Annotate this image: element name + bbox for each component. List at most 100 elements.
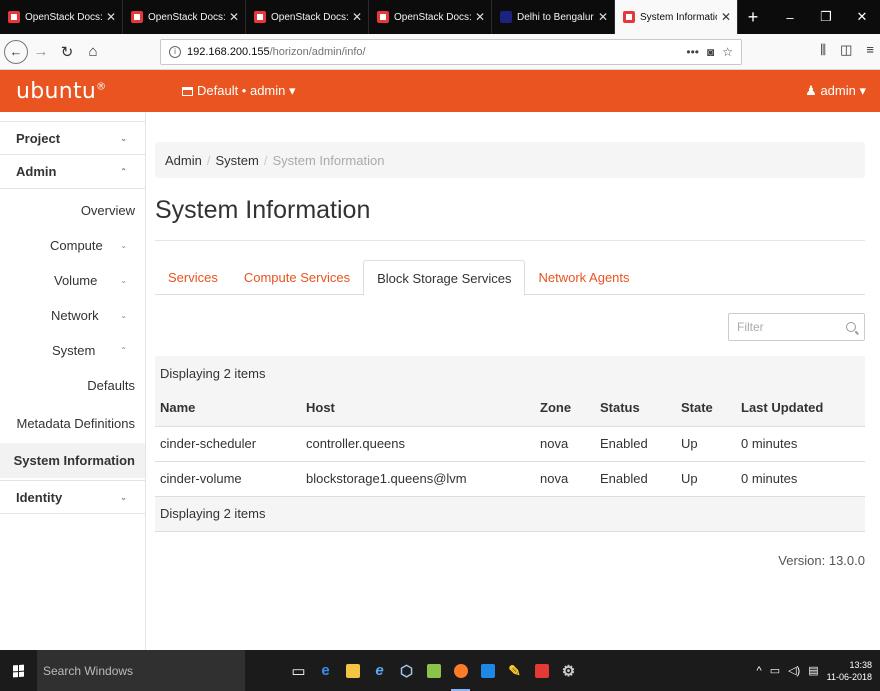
- column-header: Last Updated: [736, 390, 865, 427]
- cell-name: cinder-scheduler: [155, 426, 301, 462]
- edge-icon[interactable]: e: [312, 650, 339, 691]
- chevron-up-icon: ⌃: [120, 345, 127, 355]
- sidebar-item-label: Project: [16, 130, 61, 146]
- sidebar-item-overview[interactable]: Overview: [0, 193, 145, 227]
- close-tab-icon[interactable]: ✕: [598, 10, 608, 24]
- browser-tab[interactable]: OpenStack Docs: Etcd for ✕: [0, 0, 123, 34]
- snipping-tool-icon[interactable]: [528, 650, 555, 691]
- sidebar-item-identity[interactable]: Identity ⌄: [0, 480, 145, 514]
- tab-compute-services[interactable]: Compute Services: [231, 260, 363, 295]
- clock-date: 11-06-2018: [826, 671, 872, 682]
- bookmark-star-icon[interactable]: ☆: [722, 45, 733, 59]
- url-bar[interactable]: i 192.168.200.155/horizon/admin/info/ ••…: [160, 39, 742, 65]
- back-arrow-icon[interactable]: ←: [4, 39, 28, 64]
- virtualbox-icon[interactable]: ⬡: [393, 650, 420, 691]
- tools-icon[interactable]: ⚙: [555, 650, 582, 691]
- tab-network-agents[interactable]: Network Agents: [525, 260, 642, 295]
- breadcrumb-current: System Information: [272, 152, 385, 168]
- sidebar: Project ⌄ Admin ⌃ Overview Compute ⌄ Vol…: [0, 112, 146, 650]
- sidebar-item-admin[interactable]: Admin ⌃: [0, 155, 145, 189]
- chevron-up-icon: ⌃: [120, 167, 127, 176]
- sidebar-item-defaults[interactable]: Defaults: [0, 368, 145, 402]
- restore-icon[interactable]: ❐: [808, 9, 844, 25]
- close-tab-icon[interactable]: ✕: [475, 10, 485, 24]
- pocket-icon[interactable]: ◙: [707, 45, 714, 59]
- reload-icon[interactable]: ↻: [54, 39, 80, 65]
- table-footer-row: Displaying 2 items: [155, 496, 865, 532]
- windows-start-button[interactable]: [0, 650, 37, 691]
- paint-icon[interactable]: ✎: [501, 650, 528, 691]
- table-caption-row: Displaying 2 items: [155, 356, 865, 390]
- taskbar-search-placeholder: Search Windows: [43, 663, 134, 678]
- sidebar-item-volume[interactable]: Volume ⌄: [0, 263, 145, 297]
- user-menu[interactable]: ♟ admin ▾: [805, 83, 866, 99]
- chevron-down-icon: ⌄: [120, 492, 127, 502]
- file-explorer-icon[interactable]: [339, 650, 366, 691]
- browser-tab-active[interactable]: System Information - Op ✕: [615, 0, 738, 34]
- task-view-icon[interactable]: ▭: [285, 650, 312, 691]
- ubuntu-logo[interactable]: ubuntu®: [16, 79, 106, 104]
- close-tab-icon[interactable]: ✕: [352, 10, 362, 24]
- filter-input[interactable]: Filter: [728, 313, 865, 341]
- network-icon[interactable]: ▭: [770, 664, 780, 677]
- tray-chevron-up-icon[interactable]: ^: [757, 665, 762, 677]
- browser-tab[interactable]: OpenStack Docs: Install C ✕: [123, 0, 246, 34]
- cell-name: cinder-volume: [155, 461, 301, 497]
- breadcrumb-system[interactable]: System: [215, 153, 258, 168]
- project-selector-label: Default • admin ▾: [197, 83, 296, 98]
- cell-host: controller.queens: [301, 426, 535, 462]
- column-header: State: [676, 390, 736, 427]
- firefox-icon[interactable]: [447, 650, 474, 691]
- taskbar-clock[interactable]: 13:38 11-06-2018: [827, 659, 872, 683]
- info-icon[interactable]: i: [169, 46, 181, 58]
- forward-arrow-icon[interactable]: →: [28, 39, 54, 65]
- close-window-icon[interactable]: ✕: [844, 9, 880, 25]
- library-icon[interactable]: ⫼: [820, 42, 826, 58]
- close-tab-icon[interactable]: ✕: [229, 10, 239, 24]
- menu-hamburger-icon[interactable]: ≡: [866, 42, 874, 58]
- page-actions-icon[interactable]: •••: [686, 45, 699, 59]
- sidebar-item-network[interactable]: Network ⌄: [0, 298, 145, 332]
- sidebar-toggle-icon[interactable]: ◫: [840, 42, 852, 58]
- browser-tab[interactable]: OpenStack Docs: Install a ✕: [369, 0, 492, 34]
- openstack-icon: [131, 11, 143, 23]
- sidebar-item-project[interactable]: Project ⌄: [0, 121, 145, 155]
- home-icon[interactable]: ⌂: [80, 39, 106, 65]
- minimize-icon[interactable]: –: [772, 10, 808, 25]
- browser-tab[interactable]: OpenStack Docs: Verify C ✕: [246, 0, 369, 34]
- project-selector[interactable]: Default • admin ▾: [182, 83, 296, 99]
- table-footer: Displaying 2 items: [155, 496, 865, 532]
- sidebar-item-system[interactable]: System ⌃: [0, 333, 145, 367]
- taskbar-search-box[interactable]: Search Windows: [37, 650, 245, 691]
- browser-tab[interactable]: Delhi to Bengaluru Flight ✕: [492, 0, 615, 34]
- services-table: Displaying 2 items Name Host Zone Status…: [155, 356, 865, 532]
- browser-tab-title: Delhi to Bengaluru Flight: [517, 11, 594, 23]
- system-tray: ^ ▭ ◁) ▤ 13:38 11-06-2018: [757, 659, 872, 683]
- airplane-icon: [500, 11, 512, 23]
- close-tab-icon[interactable]: ✕: [721, 10, 731, 24]
- notepad-icon[interactable]: [420, 650, 447, 691]
- table-row: cinder-scheduler controller.queens nova …: [155, 426, 865, 462]
- sidebar-item-system-information[interactable]: System Information: [0, 443, 145, 478]
- new-tab-button[interactable]: +: [738, 0, 768, 34]
- windows-taskbar: Search Windows ▭ e e ⬡ ✎ ⚙ ^ ▭ ◁) ▤ 13:3…: [0, 650, 880, 691]
- sidebar-item-compute[interactable]: Compute ⌄: [0, 228, 145, 262]
- internet-explorer-icon[interactable]: e: [366, 650, 393, 691]
- close-tab-icon[interactable]: ✕: [106, 10, 116, 24]
- volume-icon[interactable]: ◁): [788, 664, 800, 677]
- outlook-icon[interactable]: [474, 650, 501, 691]
- tab-block-storage-services[interactable]: Block Storage Services: [363, 260, 526, 296]
- table-caption: Displaying 2 items: [155, 356, 865, 390]
- chevron-down-icon: ⌄: [120, 240, 127, 250]
- project-list-icon: [182, 86, 193, 96]
- notifications-icon[interactable]: ▤: [808, 664, 818, 677]
- browser-tab-title: OpenStack Docs: Install a: [394, 11, 471, 23]
- user-menu-label: admin ▾: [820, 83, 866, 98]
- sidebar-item-label: System: [52, 342, 96, 358]
- sidebar-item-metadata-definitions[interactable]: Metadata Definitions: [0, 406, 145, 440]
- cell-state: Up: [676, 461, 736, 497]
- tab-services[interactable]: Services: [155, 260, 231, 295]
- browser-tab-title: System Information - Op: [640, 11, 717, 23]
- breadcrumb-admin[interactable]: Admin: [165, 153, 202, 168]
- search-icon[interactable]: [846, 322, 856, 332]
